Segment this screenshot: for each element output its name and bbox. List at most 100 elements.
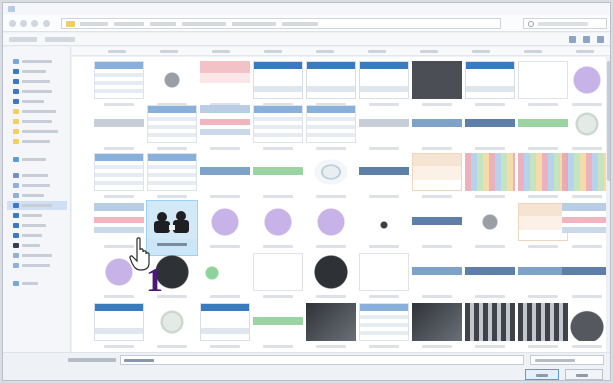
file-tile[interactable] [518,203,568,257]
sidebar-item[interactable] [7,241,67,250]
file-tile[interactable] [94,153,144,207]
breadcrumb[interactable] [80,22,108,26]
file-tile[interactable] [147,153,197,207]
breadcrumb[interactable] [282,22,318,26]
column-header[interactable] [316,50,334,53]
file-tile[interactable] [359,303,409,352]
file-tile[interactable] [465,153,515,207]
file-tile[interactable] [306,203,356,257]
sidebar-item[interactable] [7,261,67,270]
file-tile[interactable] [253,253,303,307]
file-type-dropdown[interactable] [530,355,604,365]
file-tile[interactable] [306,153,356,207]
address-field[interactable] [61,18,501,29]
file-tile[interactable] [359,253,409,307]
sidebar-item[interactable] [7,57,67,66]
file-tile[interactable] [306,253,356,307]
sidebar-item[interactable] [7,155,67,164]
sidebar-item[interactable] [7,211,67,220]
breadcrumb[interactable] [114,22,144,26]
sidebar-item[interactable] [7,171,67,180]
sidebar-item[interactable] [7,67,67,76]
view-options-icon[interactable] [569,36,576,43]
file-tile[interactable] [253,303,303,352]
organize-menu[interactable] [9,37,37,42]
up-arrow-icon[interactable] [43,20,50,27]
file-tile[interactable] [253,105,303,159]
file-tile[interactable] [253,153,303,207]
file-tile[interactable] [562,253,610,307]
column-header[interactable] [160,50,178,53]
file-tile[interactable] [359,153,409,207]
file-tile[interactable] [94,105,144,159]
breadcrumb[interactable] [150,22,176,26]
file-tile[interactable] [465,203,515,257]
sidebar-item[interactable] [7,87,67,96]
file-tile[interactable] [306,105,356,159]
file-tile[interactable] [412,303,462,352]
file-tile[interactable] [412,253,462,307]
filename-input[interactable] [120,355,524,365]
sidebar-item[interactable] [7,181,67,190]
file-tile[interactable] [359,105,409,159]
sidebar-item[interactable] [7,77,67,86]
open-button[interactable] [525,369,559,380]
help-icon[interactable] [597,36,604,43]
file-tile[interactable] [200,105,250,159]
file-tile[interactable] [518,105,568,159]
sidebar-item[interactable] [7,251,67,260]
file-tile[interactable] [465,253,515,307]
file-tile[interactable] [465,303,515,352]
sidebar-item-selected[interactable] [7,201,67,210]
vertical-scrollbar[interactable] [606,57,610,352]
new-folder-button[interactable] [45,37,75,42]
sidebar-item[interactable] [7,279,67,288]
column-header[interactable] [524,50,542,53]
file-tile[interactable] [562,203,610,257]
file-tile[interactable] [412,105,462,159]
preview-pane-icon[interactable] [583,36,590,43]
recent-locations-icon[interactable] [31,20,38,27]
sidebar-item[interactable] [7,231,67,240]
sidebar-item[interactable] [7,117,67,126]
sidebar-item[interactable] [7,137,67,146]
column-header[interactable] [420,50,438,53]
file-tile[interactable] [518,253,568,307]
column-header[interactable] [212,50,230,53]
file-tile[interactable] [200,203,250,257]
file-tile[interactable] [518,303,568,352]
sidebar-item[interactable] [7,191,67,200]
column-header[interactable] [108,50,126,53]
file-tile[interactable] [306,303,356,352]
file-tile[interactable] [465,105,515,159]
sidebar-item[interactable] [7,127,67,136]
file-tile[interactable] [562,153,610,207]
search-input[interactable] [523,18,607,29]
breadcrumb[interactable] [182,22,226,26]
forward-arrow-icon[interactable] [20,20,27,27]
file-tile[interactable] [200,153,250,207]
column-header[interactable] [472,50,490,53]
file-tile-selected[interactable] [146,200,198,256]
sidebar-item[interactable] [7,97,67,106]
file-tile[interactable] [147,303,197,352]
scrollbar-thumb[interactable] [607,61,610,181]
cancel-button[interactable] [565,369,603,380]
file-tile[interactable] [253,203,303,257]
file-tile[interactable] [147,105,197,159]
file-tile[interactable] [200,253,250,307]
file-tile[interactable] [412,153,462,207]
breadcrumb[interactable] [232,22,276,26]
column-header[interactable] [368,50,386,53]
sidebar-item[interactable] [7,107,67,116]
file-tile[interactable] [562,303,610,352]
file-tile[interactable] [359,203,409,257]
back-arrow-icon[interactable] [9,20,16,27]
sidebar-item[interactable] [7,221,67,230]
file-tile[interactable] [518,153,568,207]
file-tile[interactable] [412,203,462,257]
file-tile[interactable] [94,303,144,352]
column-header[interactable] [264,50,282,53]
file-tile[interactable] [200,303,250,352]
column-header[interactable] [576,50,594,53]
